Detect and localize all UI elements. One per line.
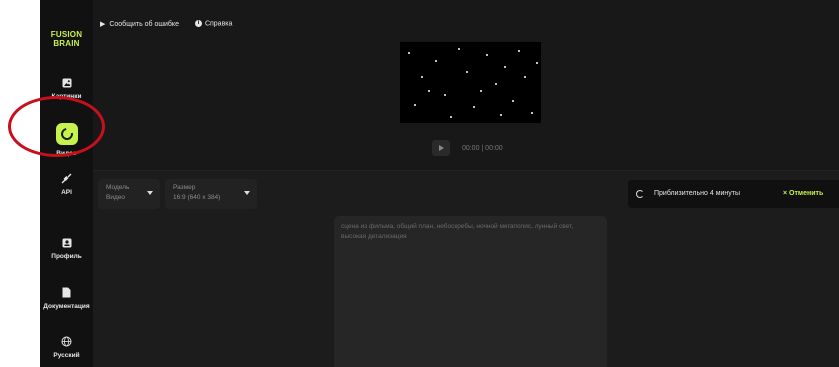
globe-icon <box>61 336 72 347</box>
video-preview <box>400 42 541 123</box>
model-select-label: Модель <box>106 184 130 191</box>
topbar: ▶ Сообщить об ошибке i Справка <box>100 20 232 28</box>
player-controls: 00:00 | 00:00 <box>432 140 503 156</box>
model-select-value: Видео <box>106 194 125 201</box>
model-select[interactable]: Модель Видео <box>98 179 160 209</box>
generation-status: Приблизительно 4 минуты × Отменить <box>628 180 839 208</box>
sidebar-item-label: Профиль <box>51 253 82 260</box>
sidebar-item-language[interactable]: Русский <box>40 336 93 359</box>
play-button[interactable] <box>432 140 450 156</box>
prompt-placeholder: сцена из фильма, общий план, небоскребы,… <box>341 223 574 240</box>
sidebar-item-label: Документация <box>43 303 90 310</box>
logo-line-1: FUSION <box>50 30 83 39</box>
report-bug-link[interactable]: ▶ Сообщить об ошибке <box>100 20 181 29</box>
cancel-button[interactable]: × Отменить <box>783 190 823 197</box>
size-select-value: 16:9 (640 x 384) <box>173 194 221 201</box>
chevron-down-icon <box>147 191 153 195</box>
info-icon: i <box>194 20 202 28</box>
profile-icon <box>62 238 71 248</box>
player-time: 00:00 | 00:00 <box>461 144 503 152</box>
logo-line-2: BRAIN <box>53 39 80 48</box>
sidebar-item-profile[interactable]: Профиль <box>40 238 93 260</box>
loading-icon <box>636 190 644 198</box>
report-bug-label: Сообщить об ошибке <box>109 20 179 28</box>
close-icon: × <box>783 190 788 197</box>
prompt-input[interactable]: сцена из фильма, общий план, небоскребы,… <box>334 216 607 367</box>
app-window: FUSION BRAIN Картинки Видео API Профиль … <box>40 0 839 367</box>
status-text: Приблизительно 4 минуты <box>654 190 741 197</box>
document-icon <box>62 287 71 298</box>
help-link[interactable]: i Справка <box>181 20 233 28</box>
sidebar-item-api[interactable]: API <box>40 173 93 196</box>
size-select[interactable]: Размер 16:9 (640 x 384) <box>165 179 257 209</box>
sidebar-item-label: API <box>61 189 72 196</box>
logo[interactable]: FUSION BRAIN <box>40 30 93 48</box>
cancel-label: Отменить <box>789 190 824 197</box>
help-label: Справка <box>204 20 233 28</box>
api-icon <box>61 173 72 184</box>
highlight-circle <box>8 96 105 157</box>
size-select-label: Размер <box>173 184 196 191</box>
sidebar-item-label: Русский <box>53 352 80 359</box>
sidebar: FUSION BRAIN Картинки Видео API Профиль … <box>40 0 93 367</box>
lightning-icon: ▶ <box>100 21 106 28</box>
sidebar-item-docs[interactable]: Документация <box>40 287 93 310</box>
image-icon <box>62 78 71 88</box>
chevron-down-icon <box>244 191 250 195</box>
